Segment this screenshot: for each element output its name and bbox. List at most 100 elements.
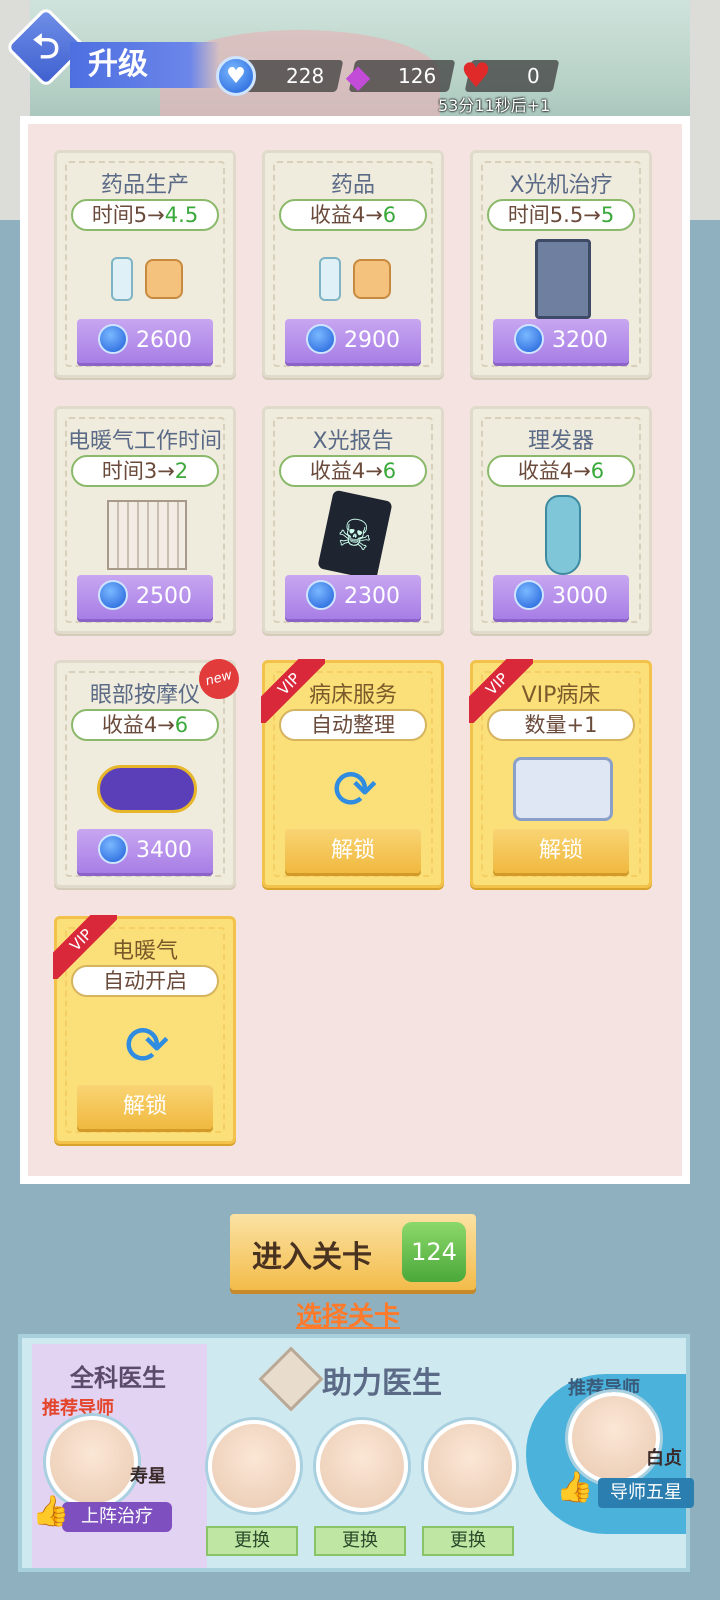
price-value: 2500 [136, 584, 192, 609]
select-level-link[interactable]: 选择关卡 [296, 1296, 400, 1333]
coin-icon: ♥ [216, 56, 256, 96]
upgrade-panel: 药品生产 时间5→4.5 2600 药品 收益4→6 2900 X光机治疗 时间… [20, 116, 690, 1184]
unlock-button[interactable]: 解锁 [493, 829, 629, 873]
upgrade-effect: 自动整理 [279, 709, 427, 741]
xray-machine-icon [513, 239, 613, 319]
helper-avatar-3[interactable] [424, 1420, 516, 1512]
upgrade-card-heater-time[interactable]: 电暖气工作时间 时间3→2 2500 [54, 406, 236, 634]
upgrade-effect: 收益4→6 [71, 709, 219, 741]
upgrade-card-xray-treatment[interactable]: X光机治疗 时间5.5→5 3200 [470, 150, 652, 378]
effect-prefix: 收益4→ [309, 203, 383, 227]
upgrade-buy-button[interactable]: 2300 [285, 575, 421, 619]
eye-massager-icon [97, 749, 197, 829]
upgrade-effect: 时间3→2 [71, 455, 219, 487]
gem-count: 126 [397, 64, 436, 88]
upgrade-card-eye-massager[interactable]: new 眼部按摩仪 收益4→6 3400 [54, 654, 244, 888]
coin-icon [306, 580, 336, 610]
auto-heater-icon: ⟳ [124, 1013, 170, 1077]
recommend-mentor-left: 推荐导师 [42, 1398, 114, 1419]
upgrade-card-vip-bed[interactable]: VIP VIP病床 数量+1 解锁 [469, 659, 652, 888]
helper-doctor-title: 助力医生 [322, 1366, 442, 1401]
upgrade-name: X光报告 [312, 429, 394, 454]
doctor-badge-icon [258, 1346, 324, 1412]
gp-name: 寿星 [130, 1466, 166, 1487]
helper-avatar-1[interactable] [208, 1420, 300, 1512]
thumbs-up-icon: 👍 [556, 1470, 594, 1505]
upgrade-effect: 收益4→6 [279, 455, 427, 487]
hair-clipper-icon [513, 495, 613, 575]
coin-icon [306, 324, 336, 354]
doctor-panel: 全科医生 推荐导师 寿星 上阵治疗 👍 助力医生 更换 更换 更换 推荐导师 白… [18, 1334, 694, 1572]
heart-timer: 53分11秒后+1 [438, 96, 551, 115]
upgrade-card-heater-auto[interactable]: VIP 电暖气 自动开启 ⟳ 解锁 [53, 915, 236, 1144]
curtain-right [690, 0, 720, 220]
upgrade-grid[interactable]: 药品生产 时间5→4.5 2600 药品 收益4→6 2900 X光机治疗 时间… [28, 124, 682, 1176]
upgrade-name: X光机治疗 [509, 173, 613, 198]
swap-button-3[interactable]: 更换 [422, 1526, 514, 1556]
upgrade-name: 药品生产 [100, 173, 189, 198]
upgrade-effect: 时间5→4.5 [71, 199, 219, 231]
upgrade-card-bed-service[interactable]: VIP 病床服务 自动整理 ⟳ 解锁 [261, 659, 444, 888]
effect-value: 6 [382, 459, 397, 483]
back-arrow-icon: ⮌ [32, 27, 60, 67]
upgrade-name: VIP病床 [521, 683, 601, 708]
gem-icon[interactable]: ◆ [338, 56, 378, 96]
upgrade-name: 眼部按摩仪 [89, 683, 200, 708]
swap-button-1[interactable]: 更换 [206, 1526, 298, 1556]
effect-value: 6 [382, 203, 397, 227]
medicine-icon [97, 239, 197, 319]
effect-prefix: 收益4→ [101, 713, 175, 737]
upgrade-effect: 时间5.5→5 [487, 199, 635, 231]
medicine-icon [305, 239, 405, 319]
effect-prefix: 时间3→ [101, 459, 175, 483]
unlock-button[interactable]: 解锁 [77, 1085, 213, 1129]
effect-value: 6 [590, 459, 605, 483]
coin-count: 228 [285, 64, 324, 88]
upgrade-effect: 收益4→6 [487, 455, 635, 487]
upgrade-effect: 自动开启 [71, 965, 219, 997]
price-value: 3400 [136, 838, 192, 863]
effect-value: 5 [600, 203, 615, 227]
effect-value: 6 [174, 713, 189, 737]
unlock-button[interactable]: 解锁 [285, 829, 421, 873]
swap-button-2[interactable]: 更换 [314, 1526, 406, 1556]
upgrade-card-medicine[interactable]: 药品 收益4→6 2900 [262, 150, 444, 378]
heart-icon[interactable]: ♥ [456, 56, 496, 96]
effect-value: 4.5 [164, 203, 199, 227]
heater-icon [97, 495, 197, 575]
coin-icon [514, 580, 544, 610]
price-value: 3200 [552, 328, 608, 353]
onboard-treat-button[interactable]: 上阵治疗 [62, 1502, 172, 1532]
price-value: 2900 [344, 328, 400, 353]
upgrade-card-xray-report[interactable]: X光报告 收益4→6 ☠ 2300 [262, 406, 444, 634]
upgrade-buy-button[interactable]: 2600 [77, 319, 213, 363]
upgrade-name: 电暖气 [111, 939, 178, 964]
coin-icon [98, 834, 128, 864]
upgrade-card-medicine-production[interactable]: 药品生产 时间5→4.5 2600 [54, 150, 236, 378]
page-title: 升级 [70, 42, 220, 88]
price-value: 2600 [136, 328, 192, 353]
upgrade-buy-button[interactable]: 3000 [493, 575, 629, 619]
upgrade-buy-button[interactable]: 2500 [77, 575, 213, 619]
effect-value: 2 [174, 459, 189, 483]
upgrade-buy-button[interactable]: 2900 [285, 319, 421, 363]
upgrade-buy-button[interactable]: 3200 [493, 319, 629, 363]
upgrade-buy-button[interactable]: 3400 [77, 829, 213, 873]
auto-bed-icon: ⟳ [332, 757, 378, 821]
upgrade-name: 理发器 [527, 429, 594, 454]
play-icon: 124 [402, 1222, 466, 1282]
coin-icon [98, 580, 128, 610]
enter-level-button[interactable]: 进入关卡 124 [230, 1214, 476, 1290]
helper-avatar-2[interactable] [316, 1420, 408, 1512]
general-practitioner-block: 全科医生 推荐导师 寿星 上阵治疗 👍 [32, 1344, 207, 1568]
hospital-bed-icon [513, 749, 613, 829]
price-value: 2300 [344, 584, 400, 609]
xray-film-icon: ☠ [305, 489, 405, 581]
upgrade-card-hair-clipper[interactable]: 理发器 收益4→6 3000 [470, 406, 652, 634]
effect-prefix: 时间5→ [91, 203, 165, 227]
upgrade-name: 电暖气工作时间 [67, 429, 222, 454]
enter-level-label: 进入关卡 [252, 1240, 372, 1275]
coin-icon [98, 324, 128, 354]
effect-prefix: 收益4→ [517, 459, 591, 483]
mentor-five-star-button[interactable]: 导师五星 [598, 1478, 694, 1508]
